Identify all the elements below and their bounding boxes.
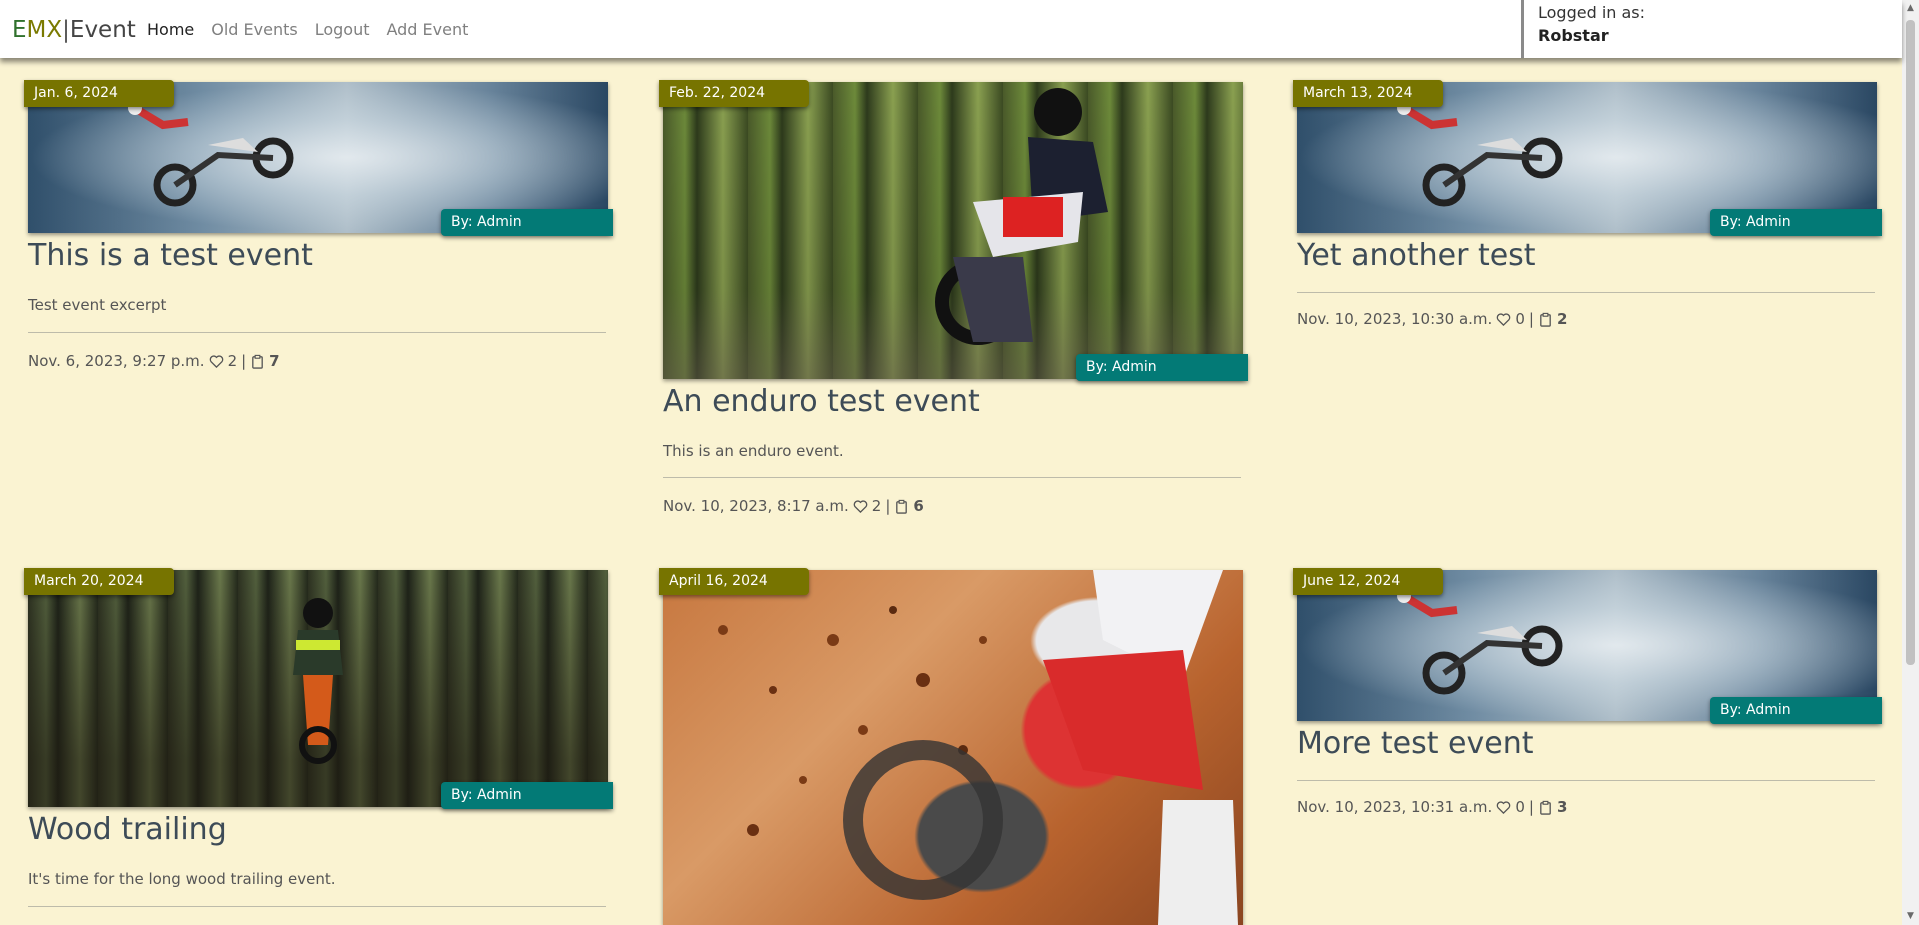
event-meta: Nov. 10, 2023, 10:30 a.m. 0 | 2 <box>1297 310 1567 328</box>
event-title[interactable]: Wood trailing <box>28 812 227 847</box>
card-divider <box>28 906 606 907</box>
logged-in-username: Robstar <box>1538 26 1609 45</box>
card-divider <box>663 477 1241 478</box>
meta-separator: | <box>1528 310 1534 328</box>
comment-count: 6 <box>913 497 924 515</box>
brand-logo[interactable]: EMX|Event <box>12 16 136 44</box>
event-date-badge: June 12, 2024 <box>1293 568 1443 595</box>
event-posted-date: Nov. 10, 2023, 8:17 a.m. <box>663 497 849 515</box>
brand-e: E <box>12 17 27 43</box>
event-excerpt: Test event excerpt <box>28 296 167 314</box>
brand-event: Event <box>69 17 136 43</box>
event-date-badge: March 13, 2024 <box>1293 80 1443 107</box>
motocross-rider-icon <box>1397 589 1563 695</box>
motocross-rider-icon <box>128 101 294 207</box>
page-scrollbar[interactable]: ▲ ▼ <box>1902 0 1919 925</box>
logged-in-label: Logged in as: <box>1538 3 1646 22</box>
comment-count: 3 <box>1556 798 1568 816</box>
event-excerpt: This is an enduro event. <box>663 442 844 460</box>
nav-add-event[interactable]: Add Event <box>386 20 468 39</box>
event-posted-date: Nov. 6, 2023, 9:27 p.m. <box>28 352 205 370</box>
motocross-rider-icon <box>1397 101 1563 207</box>
nav-links: Home Old Events Logout Add Event <box>147 20 468 39</box>
event-date-badge: April 16, 2024 <box>659 568 809 595</box>
enduro-rider-icon <box>935 88 1108 345</box>
clipboard-icon <box>896 499 908 514</box>
event-image[interactable] <box>28 570 608 807</box>
event-title[interactable]: This is a test event <box>28 238 313 273</box>
meta-separator: | <box>1528 798 1534 816</box>
comment-count: 7 <box>269 352 280 370</box>
like-count: 2 <box>227 352 238 370</box>
top-navbar: EMX|Event Home Old Events Logout Add Eve… <box>0 0 1902 58</box>
heart-outline-icon[interactable] <box>1496 800 1511 815</box>
event-card[interactable]: April 16, 2024 <box>659 568 1243 925</box>
brand-separator: | <box>62 17 70 43</box>
event-meta: Nov. 6, 2023, 9:27 p.m. 2 | 7 <box>28 352 280 370</box>
event-image[interactable] <box>663 82 1243 379</box>
card-divider <box>1297 292 1875 293</box>
scroll-thumb[interactable] <box>1906 20 1915 665</box>
comment-count: 2 <box>1556 310 1568 328</box>
meta-separator: | <box>885 497 891 515</box>
event-card[interactable]: Jan. 6, 2024 By: Admin This is a test ev… <box>24 80 613 382</box>
event-title[interactable]: An enduro test event <box>663 384 980 419</box>
event-date-badge: Feb. 22, 2024 <box>659 80 809 107</box>
clipboard-icon <box>1540 312 1551 327</box>
card-divider <box>1297 780 1875 781</box>
event-posted-date: Nov. 10, 2023, 10:30 a.m. <box>1297 310 1493 328</box>
event-image[interactable] <box>663 570 1243 925</box>
scroll-down-arrow-icon[interactable]: ▼ <box>1902 908 1919 925</box>
brand-mx: MX <box>26 17 63 43</box>
like-count: 0 <box>1515 310 1525 328</box>
event-posted-date: Nov. 10, 2023, 10:31 a.m. <box>1297 798 1493 816</box>
nav-logout[interactable]: Logout <box>315 20 370 39</box>
event-card[interactable]: March 13, 2024 By: Admin Yet another tes… <box>1293 80 1882 342</box>
login-status: Logged in as: Robstar <box>1521 0 1906 58</box>
clipboard-icon <box>252 354 264 369</box>
dirt-spray-icon <box>718 570 1238 925</box>
like-count: 0 <box>1515 798 1525 816</box>
meta-separator: | <box>241 352 247 370</box>
event-author-badge: By: Admin <box>441 209 613 236</box>
card-divider <box>28 332 606 333</box>
event-date-badge: March 20, 2024 <box>24 568 174 595</box>
heart-outline-icon[interactable] <box>209 354 224 369</box>
event-author-badge: By: Admin <box>1710 209 1882 236</box>
event-date-badge: Jan. 6, 2024 <box>24 80 174 107</box>
event-card[interactable]: Feb. 22, 2024 By: Admin An enduro test e… <box>659 80 1248 522</box>
event-author-badge: By: Admin <box>441 782 613 809</box>
heart-outline-icon[interactable] <box>853 499 868 514</box>
clipboard-icon <box>1540 800 1551 815</box>
like-count: 2 <box>871 497 882 515</box>
event-meta: Nov. 10, 2023, 8:17 a.m. 2 | 6 <box>663 497 924 515</box>
event-title[interactable]: Yet another test <box>1297 238 1536 273</box>
nav-home[interactable]: Home <box>147 20 194 39</box>
event-title[interactable]: More test event <box>1297 726 1534 761</box>
event-excerpt: It's time for the long wood trailing eve… <box>28 870 336 888</box>
event-author-badge: By: Admin <box>1076 354 1248 381</box>
nav-old-events[interactable]: Old Events <box>211 20 297 39</box>
heart-outline-icon[interactable] <box>1496 312 1511 327</box>
event-card[interactable]: March 20, 2024 By: Admin Wood trailing I… <box>24 568 613 925</box>
event-card[interactable]: June 12, 2024 By: Admin More test event … <box>1293 568 1882 830</box>
event-meta: Nov. 10, 2023, 10:31 a.m. 0 | 3 <box>1297 798 1567 816</box>
event-author-badge: By: Admin <box>1710 697 1882 724</box>
trail-rider-icon <box>293 598 343 764</box>
